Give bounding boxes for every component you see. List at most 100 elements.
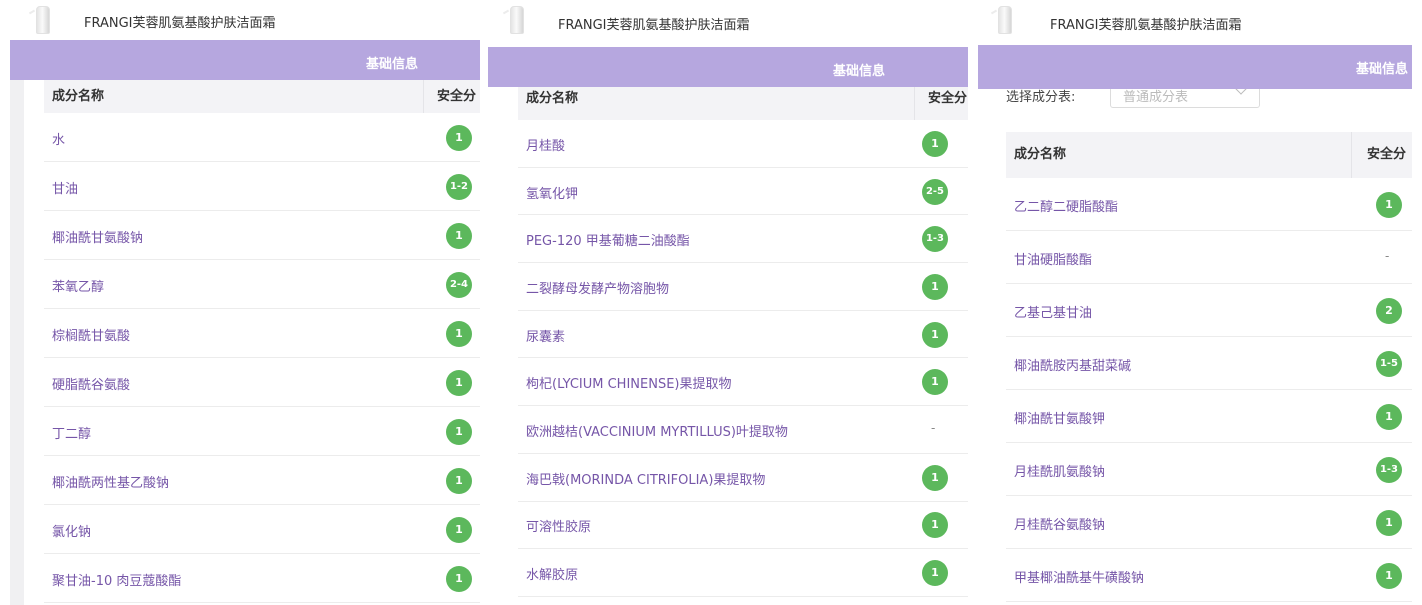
table-row[interactable]: 月桂酰谷氨酸钠 1 xyxy=(1006,496,1412,549)
table-row[interactable]: 月桂酰肌氨酸钠 1-3 xyxy=(1006,443,1412,496)
safety-score-badge: 1 xyxy=(446,565,472,592)
safety-score-badge: 1 xyxy=(922,369,948,396)
table-row[interactable]: 海巴戟(MORINDA CITRIFOLIA)果提取物 1 xyxy=(518,454,968,502)
ingredient-name-link[interactable]: 硬脂酰谷氨酸 xyxy=(52,374,130,393)
column-header-name: 成分名称 xyxy=(1014,147,1067,162)
app-header: FRANGI芙蓉肌氨基酸护肤洁面霜 xyxy=(488,0,971,40)
table-header: 成分名称 安全分 xyxy=(44,80,480,113)
table-row[interactable]: 枸杞(LYCIUM CHINENSE)果提取物 1 xyxy=(518,359,968,407)
app-header: FRANGI芙蓉肌氨基酸护肤洁面霜 xyxy=(978,0,1422,40)
product-logo-icon xyxy=(998,6,1012,34)
table-row[interactable]: 椰油酰胺丙基甜菜碱 1-5 xyxy=(1006,337,1412,390)
table-row[interactable]: 氢氧化钾 2-5 xyxy=(518,168,968,216)
ingredient-name-link[interactable]: 甘油 xyxy=(52,178,78,197)
table-row[interactable]: 丁二醇 1 xyxy=(44,407,480,456)
ingredient-name-link[interactable]: 椰油酰甘氨酸钠 xyxy=(52,227,143,246)
ingredient-table: 成分名称 安全分 水 1 甘油 1-2 椰油酰甘氨酸钠 1 苯氧乙醇 2-4 棕榈酰甘氨酸 1 硬脂… xyxy=(44,80,480,605)
table-row[interactable]: 乙二醇二硬脂酸酯 1 xyxy=(1006,178,1412,231)
ingredient-name-link[interactable]: 尿囊素 xyxy=(526,326,565,345)
side-strip xyxy=(10,80,24,605)
page-title: FRANGI芙蓉肌氨基酸护肤洁面霜 xyxy=(558,18,750,33)
table-row[interactable]: 棕榈酰甘氨酸 1 xyxy=(44,309,480,358)
ingredient-name-link[interactable]: 聚甘油-10 肉豆蔻酸酯 xyxy=(52,570,181,589)
ingredient-name-link[interactable]: 水 xyxy=(52,129,65,148)
ingredient-name-link[interactable]: 丁二醇 xyxy=(52,423,91,442)
ingredient-name-link[interactable]: 可溶性胶原 xyxy=(526,516,591,535)
table-row[interactable]: 甘油硬脂酸酯 - xyxy=(1006,231,1412,284)
safety-score-badge: 1 xyxy=(922,512,948,539)
ingredient-name-link[interactable]: 二裂酵母发酵产物溶胞物 xyxy=(526,278,669,297)
ingredient-name-link[interactable]: 甘油硬脂酸酯 xyxy=(1014,249,1092,268)
table-row[interactable]: 甲基椰油酰基牛磺酸钠 1 xyxy=(1006,549,1412,602)
column-header-score: 安全分 xyxy=(1351,132,1406,178)
app-header: FRANGI芙蓉肌氨基酸护肤洁面霜 xyxy=(0,0,480,40)
table-row[interactable]: 欧洲越桔(VACCINIUM MYRTILLUS)叶提取物 - xyxy=(518,406,968,454)
ingredient-name-link[interactable]: 甲基椰油酰基牛磺酸钠 xyxy=(1014,567,1144,586)
ingredient-name-link[interactable]: 苯氧乙醇 xyxy=(52,276,104,295)
table-row[interactable]: 聚甘油-10 肉豆蔻酸酯 1 xyxy=(44,554,480,603)
ingredient-name-link[interactable]: 月桂酸 xyxy=(526,135,565,154)
safety-score-badge: 1 xyxy=(446,124,472,151)
column-header-name: 成分名称 xyxy=(52,89,105,104)
table-row[interactable]: 水解胶原 1 xyxy=(518,549,968,597)
ingredient-name-link[interactable]: 月桂酰肌氨酸钠 xyxy=(1014,461,1105,480)
table-row[interactable]: 甘油 1-2 xyxy=(44,162,480,211)
safety-score-badge: 1-5 xyxy=(1376,350,1402,377)
safety-score-badge: 1 xyxy=(446,222,472,249)
ingredient-name-link[interactable]: 氢氧化钾 xyxy=(526,183,578,202)
ingredient-name-link[interactable]: 枸杞(LYCIUM CHINENSE)果提取物 xyxy=(526,373,731,392)
safety-score-badge: 1 xyxy=(446,467,472,494)
table-header: 成分名称 安全分 xyxy=(1006,132,1412,178)
ingredient-name-link[interactable]: 棕榈酰甘氨酸 xyxy=(52,325,130,344)
section-tab-label: 基础信息 xyxy=(833,64,886,79)
safety-score-badge: 1 xyxy=(1376,403,1402,430)
section-tab-label: 基础信息 xyxy=(1356,62,1409,77)
ingredient-name-link[interactable]: 欧洲越桔(VACCINIUM MYRTILLUS)叶提取物 xyxy=(526,421,788,440)
safety-score-badge: 1 xyxy=(446,418,472,445)
table-row[interactable]: 椰油酰甘氨酸钠 1 xyxy=(44,211,480,260)
table-row[interactable]: 二裂酵母发酵产物溶胞物 1 xyxy=(518,263,968,311)
table-row[interactable]: 氯化钠 1 xyxy=(44,505,480,554)
ingredient-name-link[interactable]: 水解胶原 xyxy=(526,564,578,583)
safety-score-badge: 1-3 xyxy=(922,226,948,253)
table-row[interactable]: 尿囊素 1 xyxy=(518,311,968,359)
table-row[interactable]: 苯氧乙醇 2-4 xyxy=(44,260,480,309)
table-row[interactable]: 硬脂酰谷氨酸 1 xyxy=(44,358,480,407)
ingredient-name-link[interactable]: 椰油酰甘氨酸钾 xyxy=(1014,408,1105,427)
column-header-score: 安全分 xyxy=(914,87,967,120)
safety-score-badge: 1-3 xyxy=(1376,456,1402,483)
table-row[interactable]: PEG-120 甲基葡糖二油酸酯 1-3 xyxy=(518,215,968,264)
ingredient-name-link[interactable]: 椰油酰两性基乙酸钠 xyxy=(52,472,169,491)
safety-score-badge: 1 xyxy=(922,321,948,348)
ingredient-table: 成分名称 安全分 乙二醇二硬脂酸酯 1 甘油硬脂酸酯 - 乙基己基甘油 2 椰油酰胺丙基甜菜… xyxy=(1006,132,1412,605)
section-tab-basic-info[interactable]: 基础信息 xyxy=(488,47,968,87)
safety-score-badge: 1 xyxy=(1376,191,1402,218)
safety-score-badge: 1 xyxy=(446,320,472,347)
section-tab-basic-info[interactable]: 基础信息 xyxy=(978,45,1412,89)
safety-score-badge: 1 xyxy=(1376,562,1402,589)
ingredient-name-link[interactable]: 海巴戟(MORINDA CITRIFOLIA)果提取物 xyxy=(526,469,765,488)
ingredient-name-link[interactable]: 月桂酰谷氨酸钠 xyxy=(1014,514,1105,533)
section-tab-label: 基础信息 xyxy=(366,57,419,72)
product-logo-icon xyxy=(510,6,524,34)
ingredient-name-link[interactable]: 氯化钠 xyxy=(52,521,91,540)
section-tab-basic-info[interactable]: 基础信息 xyxy=(10,40,480,80)
safety-score-empty: - xyxy=(1385,248,1390,263)
safety-score-badge: 1 xyxy=(922,560,948,587)
ingredient-name-link[interactable]: PEG-120 甲基葡糖二油酸酯 xyxy=(526,230,690,249)
table-row[interactable]: 可溶性胶原 1 xyxy=(518,502,968,550)
safety-score-badge: 1-2 xyxy=(446,173,472,200)
screenshot-panel-1: FRANGI芙蓉肌氨基酸护肤洁面霜 基础信息 成分名称 安全分 水 1 甘油 1-2 椰… xyxy=(0,0,480,605)
table-row[interactable]: 水1 xyxy=(44,113,480,162)
ingredient-name-link[interactable]: 乙二醇二硬脂酸酯 xyxy=(1014,196,1118,215)
column-header-score: 安全分 xyxy=(423,80,476,113)
table-row[interactable]: 椰油酰两性基乙酸钠 1 xyxy=(44,456,480,505)
ingredient-name-link[interactable]: 椰油酰胺丙基甜菜碱 xyxy=(1014,355,1131,374)
table-row[interactable]: 乙基己基甘油 2 xyxy=(1006,284,1412,337)
safety-score-badge: 1 xyxy=(1376,509,1402,536)
screenshot-panel-2: FRANGI芙蓉肌氨基酸护肤洁面霜 基础信息 成分名称 安全分 月桂酸 1 氢氧化钾… xyxy=(488,0,971,605)
table-row[interactable]: 月桂酸 1 xyxy=(518,120,968,168)
table-row[interactable]: 椰油酰甘氨酸钾 1 xyxy=(1006,390,1412,443)
table-header: 成分名称 安全分 xyxy=(518,87,968,120)
ingredient-name-link[interactable]: 乙基己基甘油 xyxy=(1014,302,1092,321)
